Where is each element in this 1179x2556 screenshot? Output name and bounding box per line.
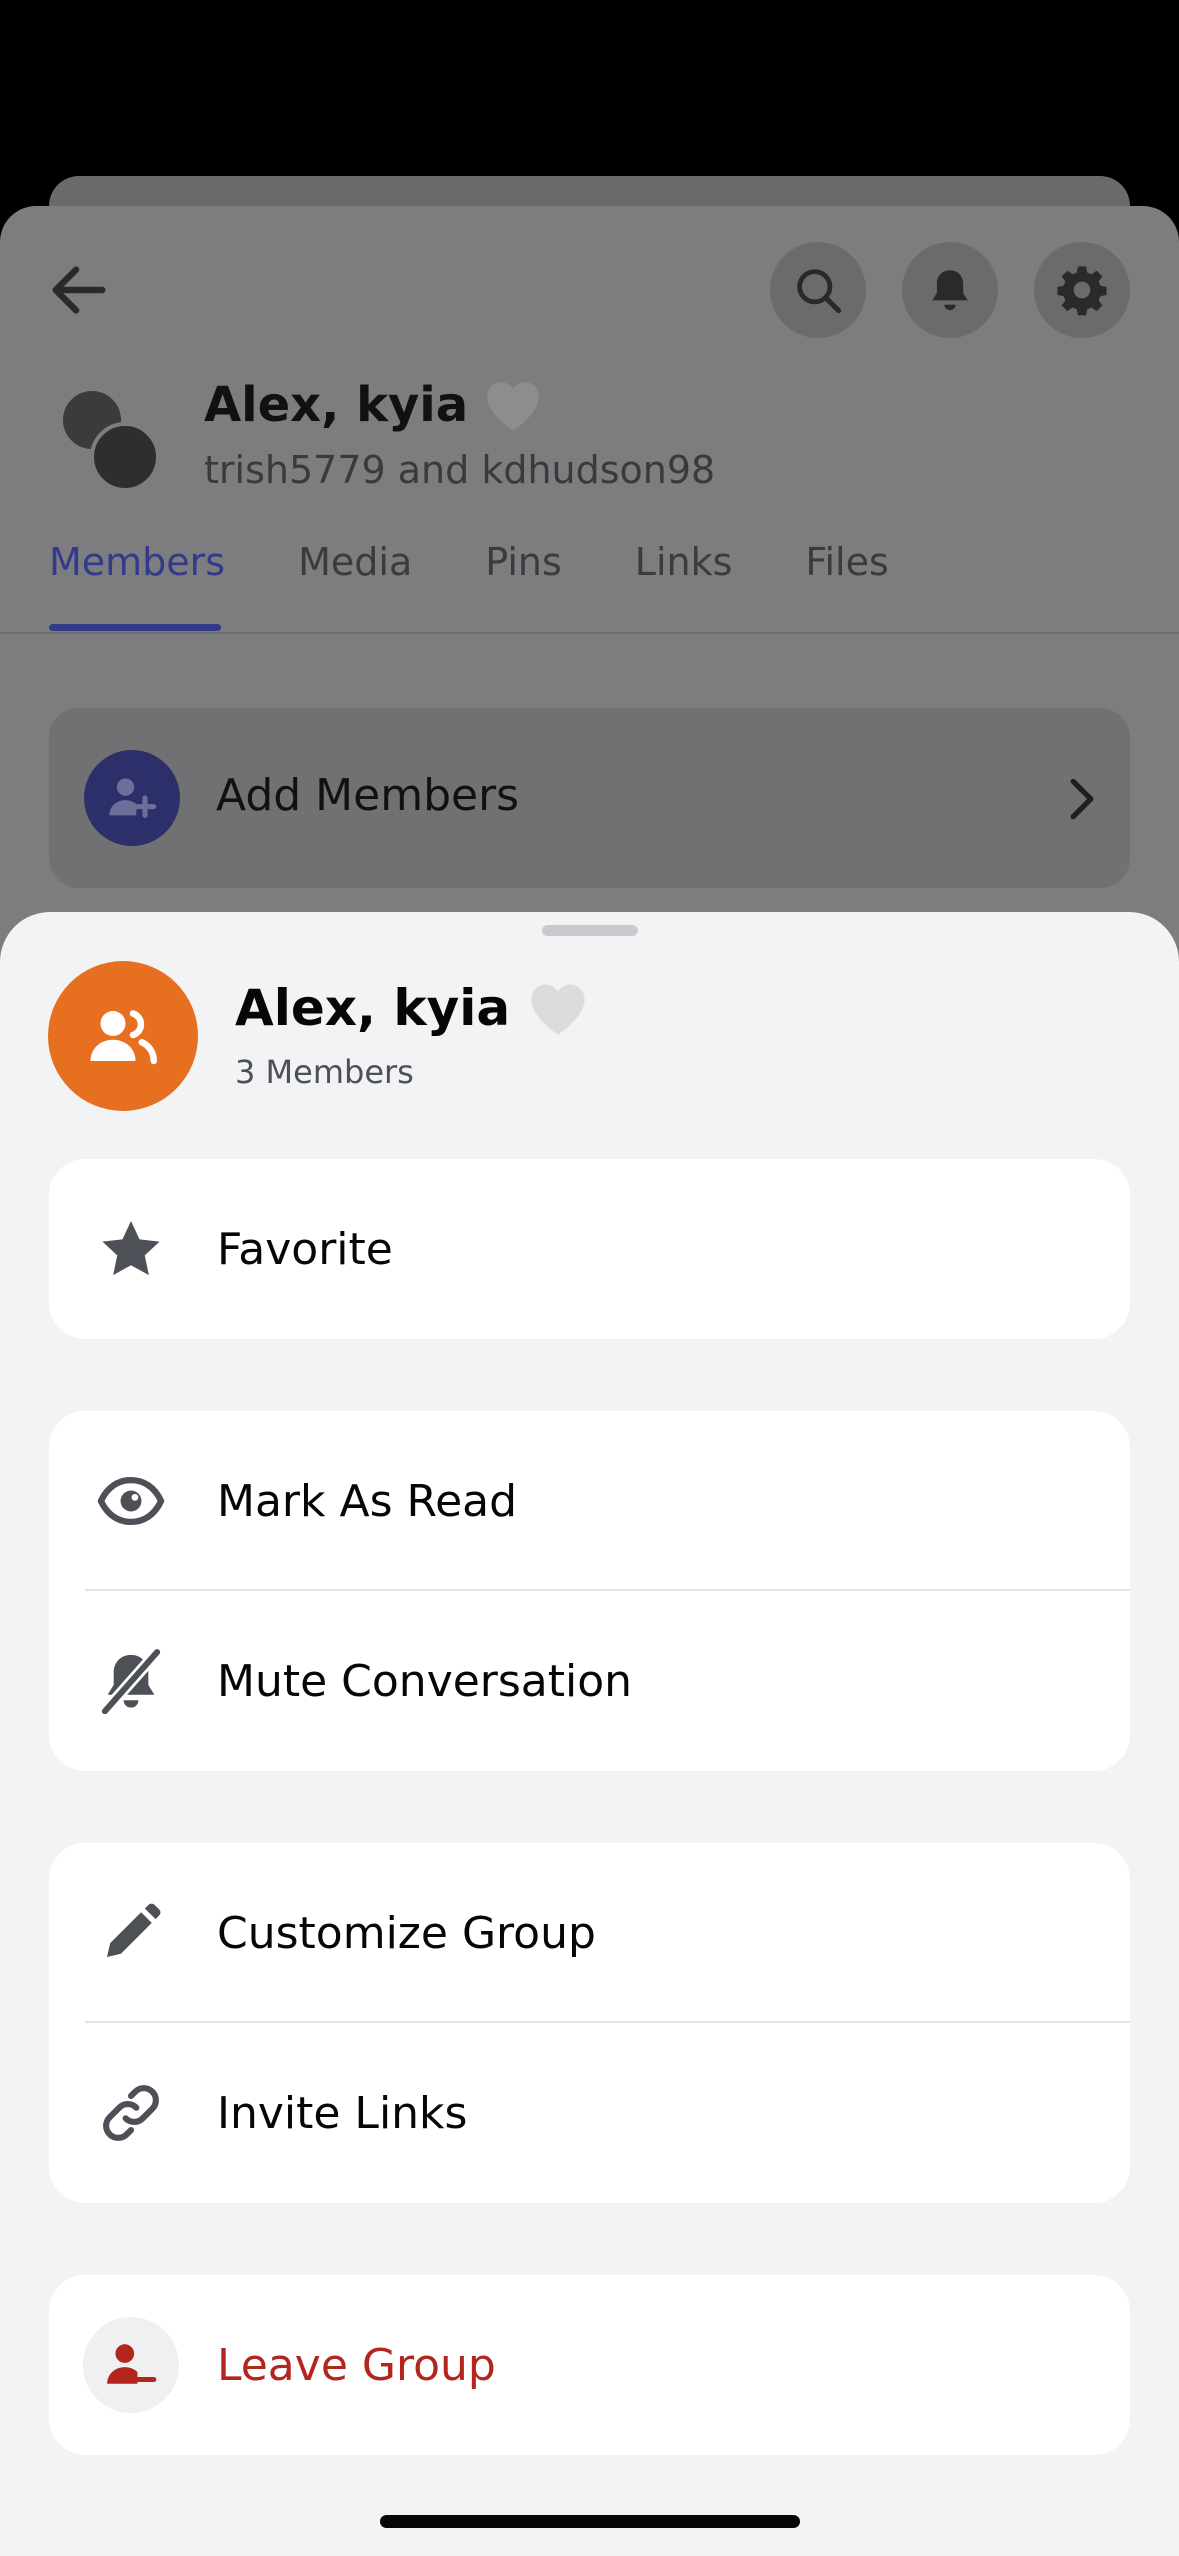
sheet-title-text: Alex, kyia — [235, 979, 511, 1037]
channel-subtitle: trish5779 and kdhudson98 — [204, 448, 716, 492]
home-indicator[interactable] — [380, 2515, 800, 2528]
chevron-right-icon — [1064, 777, 1100, 825]
invite-links-button[interactable]: Invite Links — [49, 2023, 1130, 2203]
arrow-left-icon — [52, 266, 106, 314]
eye-icon — [97, 1467, 165, 1535]
group-icon — [90, 1010, 157, 1065]
notifications-button[interactable] — [902, 242, 998, 338]
mark-as-read-button[interactable]: Mark As Read — [49, 1411, 1130, 1591]
heart-icon — [531, 984, 585, 1035]
channel-title: Alex, kyia — [204, 376, 544, 434]
customize-group-label: Customize Group — [217, 1907, 596, 1959]
leave-group-card: Leave Group — [49, 2275, 1130, 2455]
customize-group-button[interactable]: Customize Group — [49, 1843, 1130, 2023]
mark-as-read-label: Mark As Read — [217, 1475, 518, 1527]
read-mute-card: Mark As Read Mute Conversation — [49, 1411, 1130, 1771]
tab-bar: Members Media Pins Links Files — [49, 540, 962, 584]
favorite-card: Favorite — [49, 1159, 1130, 1339]
bell-icon — [932, 270, 968, 311]
leave-icon — [107, 2344, 157, 2384]
link-icon — [97, 2079, 165, 2147]
heart-icon — [487, 382, 539, 431]
tab-pins[interactable]: Pins — [485, 540, 562, 584]
group-avatar — [48, 961, 198, 1111]
member-count: 3 Members — [235, 1053, 414, 1091]
tab-members[interactable]: Members — [49, 540, 225, 584]
pencil-icon — [97, 1899, 165, 1967]
add-members-row[interactable] — [49, 708, 1130, 888]
bell-off-icon — [97, 1647, 165, 1715]
member-avatar — [90, 422, 160, 492]
gear-icon — [1057, 266, 1107, 316]
sheet-drag-handle[interactable] — [542, 925, 638, 936]
customize-invite-card: Customize Group Invite Links — [49, 1843, 1130, 2203]
favorite-label: Favorite — [217, 1223, 393, 1275]
channel-title-text: Alex, kyia — [204, 377, 469, 433]
search-icon — [797, 269, 842, 314]
favorite-button[interactable]: Favorite — [49, 1159, 1130, 1339]
sheet-title: Alex, kyia — [235, 978, 590, 1038]
mute-conversation-button[interactable]: Mute Conversation — [49, 1591, 1130, 1771]
active-tab-indicator — [49, 624, 221, 631]
add-member-icon-circle — [84, 750, 180, 846]
settings-button[interactable] — [1034, 242, 1130, 338]
tab-links[interactable]: Links — [635, 540, 733, 584]
invite-links-label: Invite Links — [217, 2087, 468, 2139]
tab-media[interactable]: Media — [298, 540, 412, 584]
divider — [0, 632, 1179, 634]
mute-conversation-label: Mute Conversation — [217, 1655, 633, 1707]
search-button[interactable] — [770, 242, 866, 338]
leave-icon-circle — [83, 2317, 179, 2413]
add-members-label: Add Members — [216, 770, 520, 821]
leave-group-label: Leave Group — [217, 2339, 496, 2391]
leave-group-button[interactable]: Leave Group — [49, 2275, 1130, 2455]
add-member-icon — [109, 778, 157, 818]
tab-files[interactable]: Files — [805, 540, 888, 584]
star-icon — [97, 1215, 165, 1283]
back-button[interactable] — [44, 255, 124, 325]
